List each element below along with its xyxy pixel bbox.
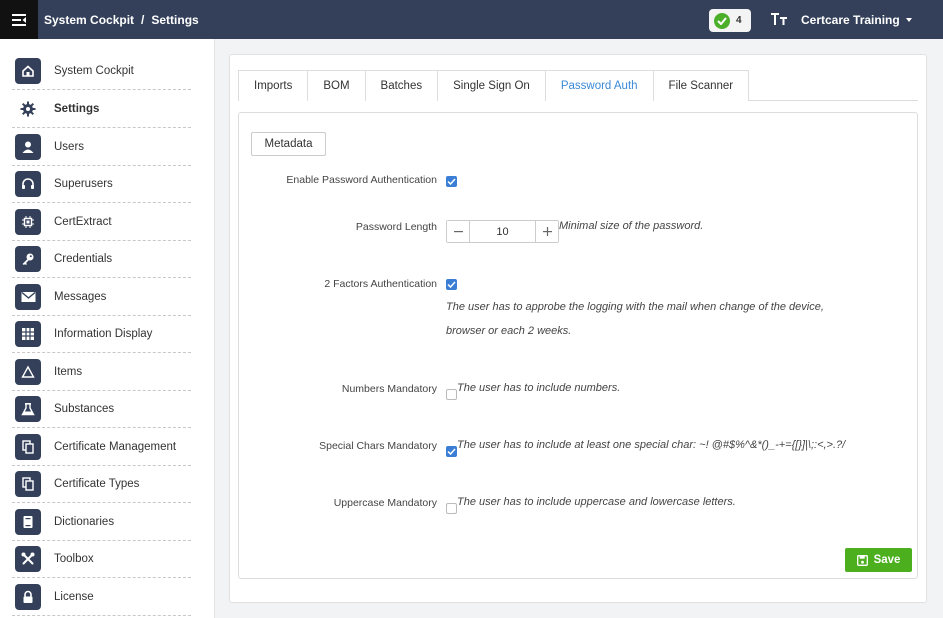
sidebar-item-label: Settings <box>54 102 100 115</box>
sidebar-item-information-display[interactable]: Information Display <box>12 315 191 353</box>
key-icon <box>15 245 41 272</box>
numbers-mandatory-label: Numbers Mandatory <box>341 383 437 395</box>
sidebar-item-label: Credentials <box>54 252 113 265</box>
sidebar-item-label: Certificate Management <box>54 440 177 453</box>
tab-single-sign-on[interactable]: Single Sign On <box>437 70 545 101</box>
sidebar-item-label: Information Display <box>54 327 153 340</box>
password-length-input[interactable]: 10 <box>470 221 535 242</box>
password-length-stepper: 10 <box>446 220 559 243</box>
sidebar-item-label: CertExtract <box>54 215 112 228</box>
sidebar-item-certificate-management[interactable]: Certificate Management <box>12 428 191 466</box>
sidebar-item-label: Toolbox <box>54 552 94 565</box>
tab-imports[interactable]: Imports <box>238 70 308 101</box>
password-auth-form: Metadata Enable Password Authentication … <box>238 112 918 579</box>
numbers-mandatory-checkbox[interactable] <box>446 389 457 400</box>
sidebar-item-label: System Cockpit <box>54 64 134 77</box>
status-count-badge: 4 <box>736 15 742 26</box>
sidebar-item-users[interactable]: Users <box>12 128 191 166</box>
sidebar-item-label: Users <box>54 140 85 153</box>
checkmark-icon <box>447 448 456 455</box>
checkmark-icon <box>447 281 456 288</box>
save-button-label: Save <box>873 554 901 566</box>
sidebar-item-messages[interactable]: Messages <box>12 278 191 316</box>
organization-name: Certcare Training <box>801 12 900 27</box>
sidebar-item-license[interactable]: License <box>12 578 191 616</box>
sidebar-item-label: Substances <box>54 402 115 415</box>
sidebar-item-system-cockpit[interactable]: System Cockpit <box>12 52 191 90</box>
gear-icon <box>15 96 41 122</box>
uppercase-mandatory-hint: The user has to include uppercase and lo… <box>457 496 736 508</box>
copy-icon <box>15 470 41 497</box>
increment-button[interactable] <box>535 221 558 242</box>
sidebar-item-certextract[interactable]: CertExtract <box>12 203 191 241</box>
uppercase-mandatory-label: Uppercase Mandatory <box>333 497 437 509</box>
two-factor-label: 2 Factors Authentication <box>324 278 437 290</box>
tools-icon <box>15 545 41 572</box>
sidebar-item-label: Items <box>54 365 83 378</box>
sidebar-item-credentials[interactable]: Credentials <box>12 240 191 278</box>
tab-batches[interactable]: Batches <box>364 70 438 101</box>
sidebar-item-dictionaries[interactable]: Dictionaries <box>12 503 191 541</box>
top-bar: System Cockpit / Settings 4 Certcare Tra… <box>0 0 943 39</box>
tab-file-scanner[interactable]: File Scanner <box>652 70 750 101</box>
flask-icon <box>15 395 41 422</box>
sidebar-item-label: Certificate Types <box>54 477 140 490</box>
sidebar-item-label: Dictionaries <box>54 515 115 528</box>
minus-icon <box>453 231 463 233</box>
save-button[interactable]: Save <box>845 548 912 572</box>
headset-icon <box>15 170 41 197</box>
password-length-label: Password Length <box>355 221 437 233</box>
sidebar-item-superusers[interactable]: Superusers <box>12 165 191 203</box>
numbers-mandatory-hint: The user has to include numbers. <box>457 382 621 394</box>
hamburger-icon <box>12 13 26 26</box>
sidebar-item-toolbox[interactable]: Toolbox <box>12 540 191 578</box>
two-factor-hint-line-2: browser or each 2 weeks. <box>446 325 572 337</box>
status-indicator[interactable]: 4 <box>709 9 751 32</box>
triangle-icon <box>15 358 41 385</box>
copy-icon <box>15 433 41 460</box>
password-length-hint: Minimal size of the password. <box>559 220 704 232</box>
tab-password-auth[interactable]: Password Auth <box>544 70 653 101</box>
settings-tabs: Imports BOM Batches Single Sign On Passw… <box>238 70 918 101</box>
sidebar-item-substances[interactable]: Substances <box>12 390 191 428</box>
book-icon <box>15 508 41 535</box>
table-icon <box>15 320 41 347</box>
checkmark-icon <box>447 178 456 185</box>
special-chars-mandatory-checkbox[interactable] <box>446 446 457 457</box>
floppy-disk-icon <box>856 554 868 566</box>
decrement-button[interactable] <box>447 221 470 242</box>
check-circle-icon <box>714 12 730 29</box>
plus-icon <box>542 227 552 236</box>
enable-password-auth-checkbox[interactable] <box>446 176 457 187</box>
settings-panel: Imports BOM Batches Single Sign On Passw… <box>229 54 927 603</box>
breadcrumb: System Cockpit / Settings <box>44 0 199 39</box>
special-chars-mandatory-label: Special Chars Mandatory <box>319 440 437 452</box>
metadata-button[interactable]: Metadata <box>251 132 326 156</box>
home-icon <box>15 57 41 84</box>
lock-icon <box>15 583 41 610</box>
sidebar-item-items[interactable]: Items <box>12 353 191 391</box>
organization-menu[interactable]: Certcare Training <box>801 0 912 39</box>
special-chars-mandatory-hint: The user has to include at least one spe… <box>457 439 846 451</box>
sidebar-item-certificate-types[interactable]: Certificate Types <box>12 465 191 503</box>
sidebar-item-label: License <box>54 590 94 603</box>
sidebar: System Cockpit Settings Users Superusers… <box>0 39 215 618</box>
breadcrumb-separator: / <box>141 12 145 27</box>
breadcrumb-root-link[interactable]: System Cockpit <box>44 13 134 27</box>
sidebar-item-settings[interactable]: Settings <box>12 90 191 128</box>
caret-down-icon <box>905 17 912 22</box>
chip-icon <box>15 208 41 235</box>
menu-toggle-button[interactable] <box>0 0 38 39</box>
tab-bom[interactable]: BOM <box>307 70 365 101</box>
enable-password-auth-label: Enable Password Authentication <box>286 174 437 186</box>
sidebar-item-label: Superusers <box>54 177 113 190</box>
user-icon <box>15 133 41 160</box>
uppercase-mandatory-checkbox[interactable] <box>446 503 457 514</box>
envelope-icon <box>15 283 41 310</box>
sidebar-item-label: Messages <box>54 290 107 303</box>
two-factor-hint-line-1: The user has to approbe the logging with… <box>446 301 824 313</box>
text-size-icon[interactable] <box>770 10 788 28</box>
two-factor-checkbox[interactable] <box>446 279 457 290</box>
breadcrumb-current: Settings <box>151 12 199 27</box>
